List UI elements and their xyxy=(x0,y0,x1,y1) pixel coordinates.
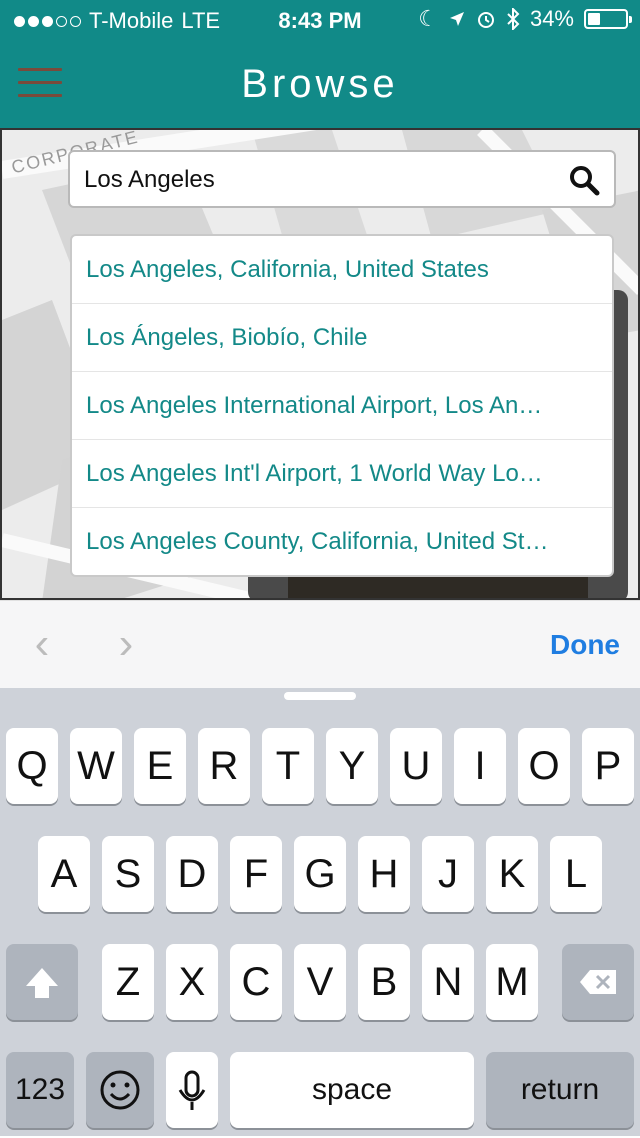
page-title: Browse xyxy=(241,62,399,106)
key-e[interactable]: E xyxy=(134,728,186,804)
key-a[interactable]: A xyxy=(38,836,90,912)
status-bar: T-Mobile LTE 8:43 PM ☾ 34% xyxy=(0,0,640,40)
key-o[interactable]: O xyxy=(518,728,570,804)
location-arrow-icon xyxy=(449,12,464,26)
numbers-key[interactable]: 123 xyxy=(6,1052,74,1128)
moon-icon: ☾ xyxy=(418,6,438,31)
return-key[interactable]: return xyxy=(486,1052,634,1128)
microphone-icon[interactable] xyxy=(166,1052,218,1128)
emoji-icon[interactable] xyxy=(86,1052,154,1128)
key-l[interactable]: L xyxy=(550,836,602,912)
key-n[interactable]: N xyxy=(422,944,474,1020)
key-v[interactable]: V xyxy=(294,944,346,1020)
alarm-icon xyxy=(477,12,494,28)
key-i[interactable]: I xyxy=(454,728,506,804)
suggestion-item[interactable]: Los Angeles, California, United States xyxy=(72,236,612,304)
key-c[interactable]: C xyxy=(230,944,282,1020)
search-input[interactable]: Los Angeles xyxy=(68,150,616,208)
app-header: T-Mobile LTE 8:43 PM ☾ 34% Browse xyxy=(0,0,640,128)
shift-icon[interactable] xyxy=(6,944,78,1020)
key-m[interactable]: M xyxy=(486,944,538,1020)
key-z[interactable]: Z xyxy=(102,944,154,1020)
battery-icon xyxy=(584,9,632,29)
battery-percent: 34% xyxy=(529,6,574,31)
suggestion-item[interactable]: Los Angeles County, California, United S… xyxy=(72,508,612,575)
done-button[interactable]: Done xyxy=(550,629,620,661)
key-w[interactable]: W xyxy=(70,728,122,804)
suggestion-item[interactable]: Los Ángeles, Biobío, Chile xyxy=(72,304,612,372)
chevron-left-icon[interactable]: ‹ xyxy=(22,621,62,667)
bluetooth-icon xyxy=(507,8,520,30)
key-q[interactable]: Q xyxy=(6,728,58,804)
key-t[interactable]: T xyxy=(262,728,314,804)
search-icon[interactable] xyxy=(568,164,600,196)
key-h[interactable]: H xyxy=(358,836,410,912)
suggestion-item[interactable]: Los Angeles Int'l Airport, 1 World Way L… xyxy=(72,440,612,508)
space-key[interactable]: space xyxy=(230,1052,474,1128)
key-j[interactable]: J xyxy=(422,836,474,912)
keyboard-handle xyxy=(284,692,356,700)
search-input-value: Los Angeles xyxy=(84,166,215,193)
status-right: ☾ 34% xyxy=(418,6,632,32)
key-x[interactable]: X xyxy=(166,944,218,1020)
keyboard: Q W E R T Y U I O P A S D F G H J K L Z … xyxy=(0,688,640,1136)
key-g[interactable]: G xyxy=(294,836,346,912)
search-suggestions: Los Angeles, California, United States L… xyxy=(70,234,614,577)
key-d[interactable]: D xyxy=(166,836,218,912)
key-f[interactable]: F xyxy=(230,836,282,912)
keyboard-toolbar: ‹ › Done xyxy=(0,600,640,689)
key-b[interactable]: B xyxy=(358,944,410,1020)
key-s[interactable]: S xyxy=(102,836,154,912)
suggestion-item[interactable]: Los Angeles International Airport, Los A… xyxy=(72,372,612,440)
key-y[interactable]: Y xyxy=(326,728,378,804)
delete-icon[interactable] xyxy=(562,944,634,1020)
key-k[interactable]: K xyxy=(486,836,538,912)
key-p[interactable]: P xyxy=(582,728,634,804)
key-r[interactable]: R xyxy=(198,728,250,804)
key-u[interactable]: U xyxy=(390,728,442,804)
chevron-right-icon[interactable]: › xyxy=(106,621,146,667)
